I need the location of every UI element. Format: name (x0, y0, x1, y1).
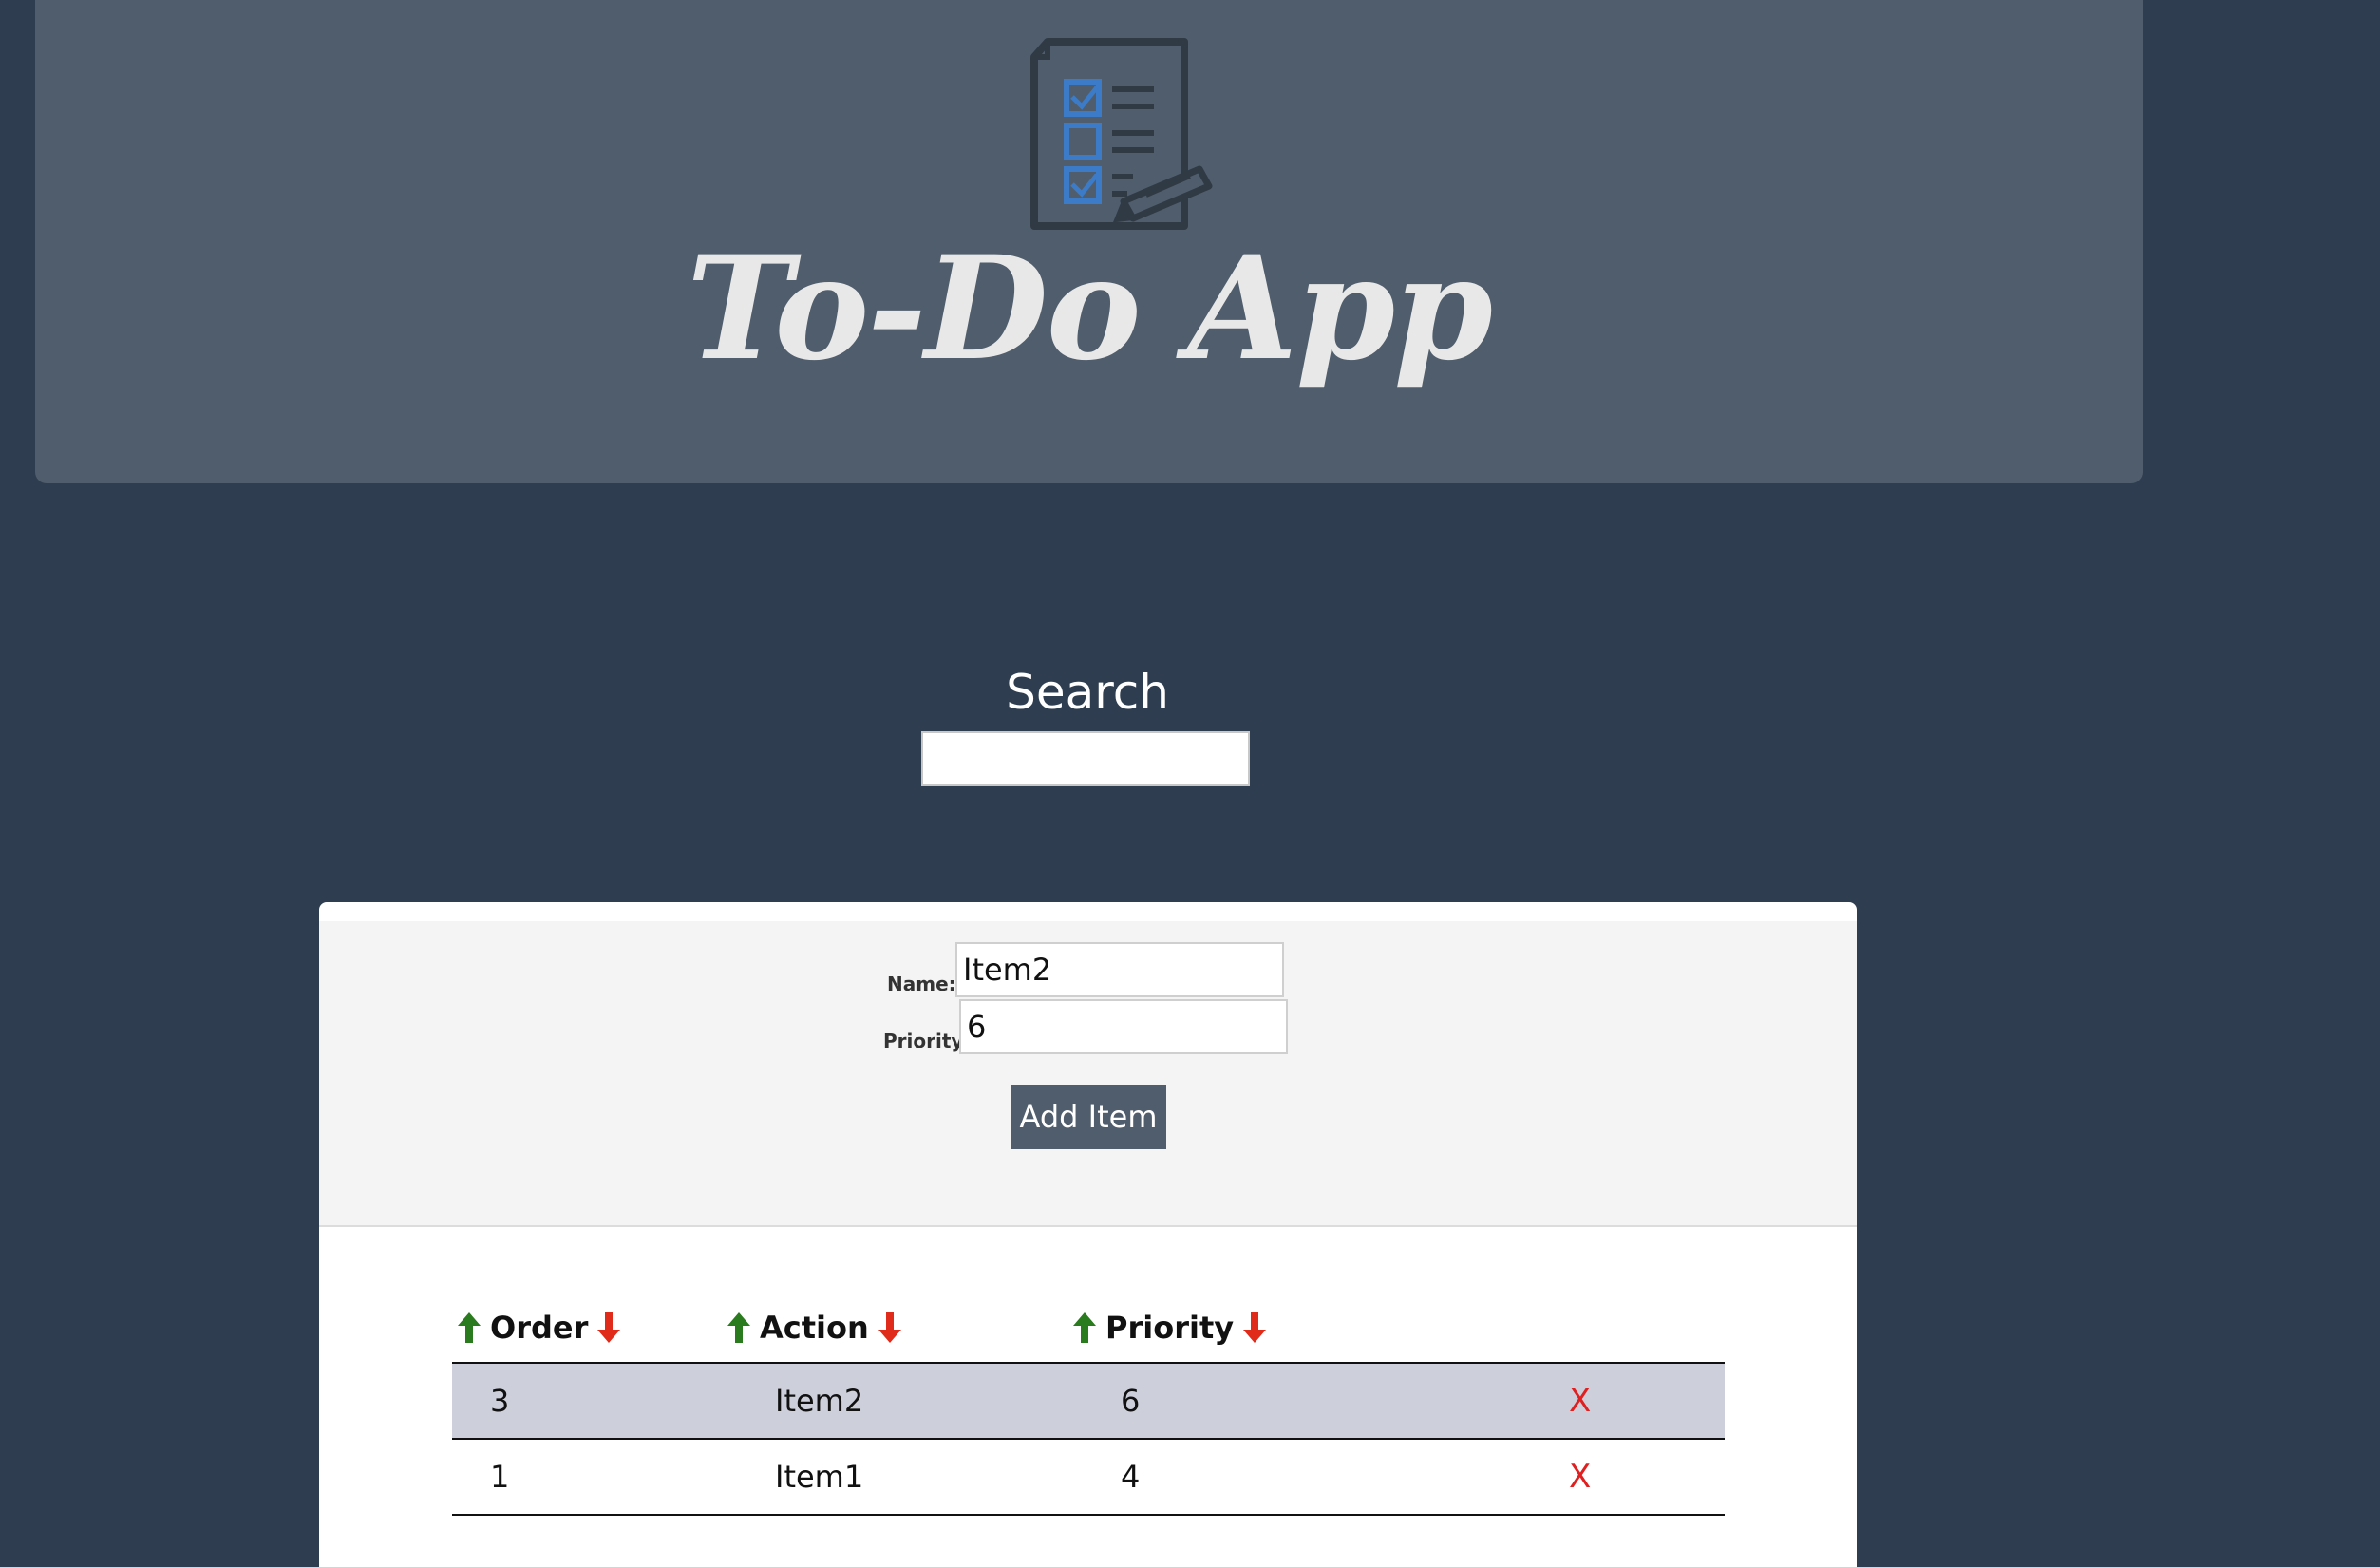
action-cell: Item1 (775, 1459, 864, 1495)
delete-button[interactable]: X (1569, 1440, 1591, 1514)
name-input[interactable] (955, 942, 1284, 997)
app-title: To-Do App (686, 225, 1493, 392)
column-header-label: Order (490, 1310, 589, 1346)
app-header: To-Do App (35, 0, 2143, 483)
priority-cell: 4 (1121, 1459, 1141, 1495)
sort-ascending-icon[interactable] (1071, 1311, 1098, 1345)
column-header-action: Action (726, 1301, 903, 1354)
todo-card: Name: Priority: Add Item Order Action Pr… (319, 902, 1857, 1567)
column-header-priority: Priority (1071, 1301, 1268, 1354)
sort-descending-icon[interactable] (1241, 1311, 1268, 1345)
add-item-button[interactable]: Add Item (1011, 1085, 1166, 1149)
priority-input[interactable] (959, 999, 1288, 1054)
add-item-form: Name: Priority: (319, 921, 1857, 1227)
sort-descending-icon[interactable] (595, 1311, 622, 1345)
table-row: 3 Item2 6 X (452, 1364, 1725, 1440)
sort-ascending-icon[interactable] (726, 1311, 752, 1345)
order-cell: 3 (490, 1383, 510, 1419)
sort-ascending-icon[interactable] (456, 1311, 482, 1345)
priority-label: Priority: (883, 1029, 972, 1052)
column-header-label: Action (760, 1310, 869, 1346)
search-label: Search (1006, 665, 1169, 720)
name-label: Name: (887, 972, 956, 995)
checklist-icon (1030, 38, 1213, 230)
order-cell: 1 (490, 1459, 510, 1495)
table-row: 1 Item1 4 X (452, 1440, 1725, 1516)
action-cell: Item2 (775, 1383, 864, 1419)
priority-cell: 6 (1121, 1383, 1141, 1419)
column-header-label: Priority (1105, 1310, 1235, 1346)
column-header-order: Order (456, 1301, 622, 1354)
search-input[interactable] (921, 731, 1250, 786)
sort-descending-icon[interactable] (877, 1311, 903, 1345)
delete-button[interactable]: X (1569, 1364, 1591, 1438)
